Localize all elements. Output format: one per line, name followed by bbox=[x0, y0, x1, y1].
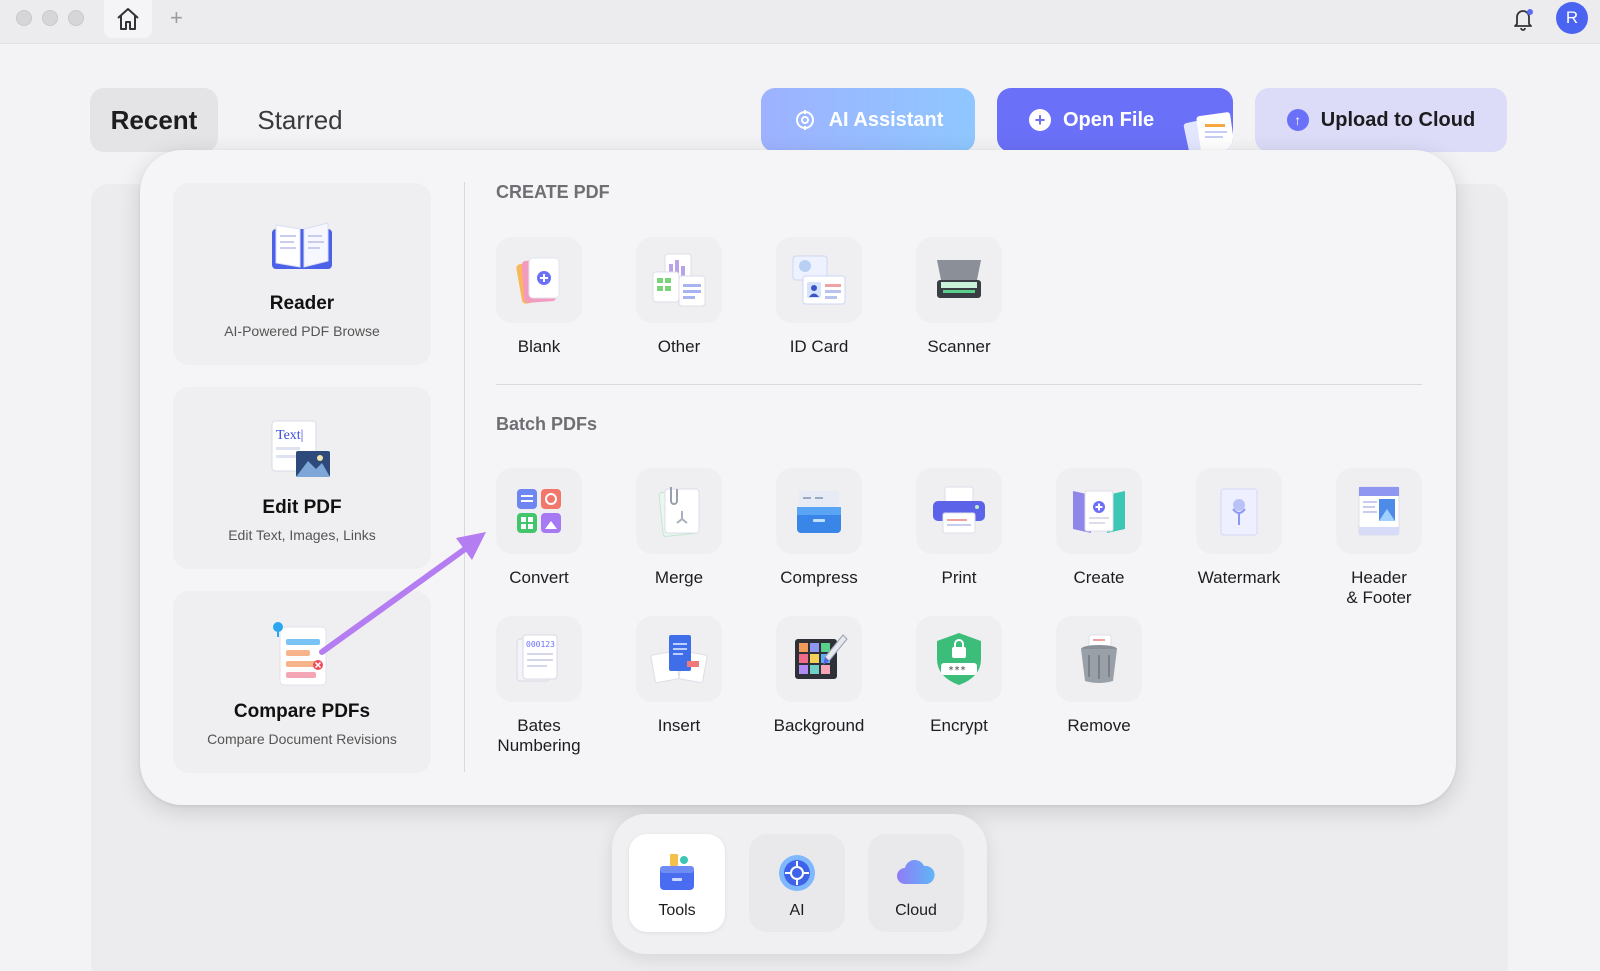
new-tab-button[interactable]: + bbox=[170, 6, 183, 30]
tool-scanner-label: Scanner bbox=[927, 337, 991, 356]
minimize-window-button[interactable] bbox=[42, 10, 58, 26]
tool-print[interactable]: Print bbox=[889, 468, 1029, 588]
bates-numbering-icon: 000123 bbox=[516, 634, 558, 682]
tool-watermark[interactable]: Watermark bbox=[1169, 468, 1309, 588]
dock-ai[interactable]: AI bbox=[749, 834, 845, 932]
user-avatar[interactable]: R bbox=[1556, 2, 1588, 34]
tool-scanner[interactable]: Scanner bbox=[889, 237, 1029, 357]
tool-encrypt-label: Encrypt bbox=[930, 716, 988, 735]
compare-pdfs-card[interactable]: Compare PDFs Compare Document Revisions bbox=[173, 591, 431, 773]
tool-create[interactable]: Create bbox=[1029, 468, 1169, 588]
tool-create-label: Create bbox=[1073, 568, 1125, 587]
tool-header-footer-label: Header & Footer bbox=[1346, 568, 1412, 607]
tool-background[interactable]: Background bbox=[749, 616, 889, 736]
dock-cloud-label: Cloud bbox=[895, 902, 937, 919]
header-footer-icon bbox=[1358, 486, 1400, 536]
reader-subtitle: AI-Powered PDF Browse bbox=[224, 323, 380, 339]
notification-bell-icon[interactable] bbox=[1508, 4, 1538, 34]
trash-icon bbox=[1081, 634, 1117, 683]
compare-pdfs-subtitle: Compare Document Revisions bbox=[207, 731, 397, 747]
dock-tools-label: Tools bbox=[658, 902, 696, 919]
compress-icon bbox=[797, 491, 841, 533]
reader-title: Reader bbox=[269, 293, 335, 314]
tool-compress[interactable]: Compress bbox=[749, 468, 889, 588]
tool-id-card[interactable]: ID Card bbox=[749, 237, 889, 357]
plus-circle-icon: + bbox=[1029, 109, 1051, 131]
printer-icon bbox=[933, 486, 985, 534]
dock-tools[interactable]: Tools bbox=[629, 834, 725, 932]
tab-recent[interactable]: Recent bbox=[90, 88, 218, 152]
zoom-window-button[interactable] bbox=[68, 10, 84, 26]
tool-compress-label: Compress bbox=[780, 568, 858, 587]
dock-cloud[interactable]: Cloud bbox=[868, 834, 964, 932]
upload-to-cloud-button[interactable]: ↑ Upload to Cloud bbox=[1255, 88, 1507, 152]
panel-horizontal-divider bbox=[496, 384, 1422, 385]
create-icon bbox=[1073, 490, 1125, 533]
tool-bates-numbering[interactable]: 000123 Bates Numbering bbox=[469, 616, 609, 756]
documents-decoration-icon bbox=[1183, 112, 1233, 152]
edit-pdf-card[interactable]: Text| Edit PDF Edit Text, Images, Links bbox=[173, 387, 431, 569]
open-file-label: Open File bbox=[1063, 108, 1155, 131]
upload-arrow-icon: ↑ bbox=[1286, 109, 1309, 131]
panel-vertical-divider bbox=[464, 182, 465, 772]
tool-convert[interactable]: Convert bbox=[469, 468, 609, 588]
tool-header-footer[interactable]: Header & Footer bbox=[1309, 468, 1449, 608]
upload-to-cloud-label: Upload to Cloud bbox=[1320, 108, 1476, 131]
title-bar: + R bbox=[0, 0, 1600, 44]
insert-icon bbox=[650, 635, 708, 684]
home-icon bbox=[117, 8, 139, 30]
tool-other[interactable]: Other bbox=[609, 237, 749, 357]
edit-text-icon: Text| bbox=[271, 420, 330, 477]
home-tab[interactable] bbox=[104, 0, 152, 38]
ai-orb-icon bbox=[779, 855, 815, 891]
ai-assistant-label: AI Assistant bbox=[828, 108, 944, 131]
reader-card[interactable]: Reader AI-Powered PDF Browse bbox=[173, 183, 431, 365]
compare-icon bbox=[273, 622, 327, 686]
cloud-icon bbox=[897, 859, 935, 884]
id-card-icon bbox=[792, 255, 846, 305]
tool-encrypt[interactable]: *** Encrypt bbox=[889, 616, 1029, 736]
tools-panel: Reader AI-Powered PDF Browse Text| Edit … bbox=[140, 150, 1456, 805]
ai-assistant-icon bbox=[795, 110, 814, 130]
tool-id-card-label: ID Card bbox=[789, 337, 849, 356]
tool-insert[interactable]: Insert bbox=[609, 616, 749, 736]
compare-pdfs-title: Compare PDFs bbox=[233, 701, 371, 722]
close-window-button[interactable] bbox=[16, 10, 32, 26]
tool-insert-label: Insert bbox=[657, 716, 701, 735]
tool-print-label: Print bbox=[941, 568, 977, 587]
dock-ai-label: AI bbox=[789, 902, 805, 919]
merge-icon bbox=[658, 487, 700, 537]
tool-merge[interactable]: Merge bbox=[609, 468, 749, 588]
tool-remove-label: Remove bbox=[1067, 716, 1131, 735]
bates-number-text: 000123 bbox=[526, 640, 555, 649]
scanner-icon bbox=[937, 260, 981, 298]
convert-icon bbox=[517, 489, 561, 533]
ai-assistant-button[interactable]: AI Assistant bbox=[761, 88, 975, 152]
encrypt-password-mask: *** bbox=[948, 665, 966, 676]
watermark-icon bbox=[1220, 488, 1258, 536]
tool-bates-numbering-label: Bates Numbering bbox=[497, 716, 581, 755]
tool-remove[interactable]: Remove bbox=[1029, 616, 1169, 736]
open-file-button[interactable]: + Open File bbox=[997, 88, 1233, 152]
tool-blank[interactable]: Blank bbox=[469, 237, 609, 357]
tool-watermark-label: Watermark bbox=[1197, 568, 1281, 587]
create-pdf-heading: CREATE PDF bbox=[496, 182, 610, 202]
tool-blank-label: Blank bbox=[517, 337, 561, 356]
edit-pdf-title: Edit PDF bbox=[262, 497, 342, 518]
book-icon bbox=[272, 222, 332, 269]
tool-merge-label: Merge bbox=[654, 568, 704, 587]
encrypt-icon: *** bbox=[937, 633, 981, 685]
batch-pdfs-heading: Batch PDFs bbox=[496, 414, 598, 434]
blank-doc-icon bbox=[516, 257, 560, 304]
edit-text-icon-text: Text| bbox=[276, 428, 303, 443]
edit-pdf-subtitle: Edit Text, Images, Links bbox=[228, 527, 376, 543]
tab-starred[interactable]: Starred bbox=[240, 88, 360, 152]
other-docs-icon bbox=[652, 253, 706, 307]
tool-background-label: Background bbox=[773, 716, 865, 735]
toolbox-icon bbox=[660, 854, 694, 890]
tool-convert-label: Convert bbox=[509, 568, 569, 587]
bottom-dock: Tools AI Cloud bbox=[612, 814, 987, 954]
tool-other-label: Other bbox=[657, 337, 701, 356]
background-icon bbox=[795, 634, 848, 679]
